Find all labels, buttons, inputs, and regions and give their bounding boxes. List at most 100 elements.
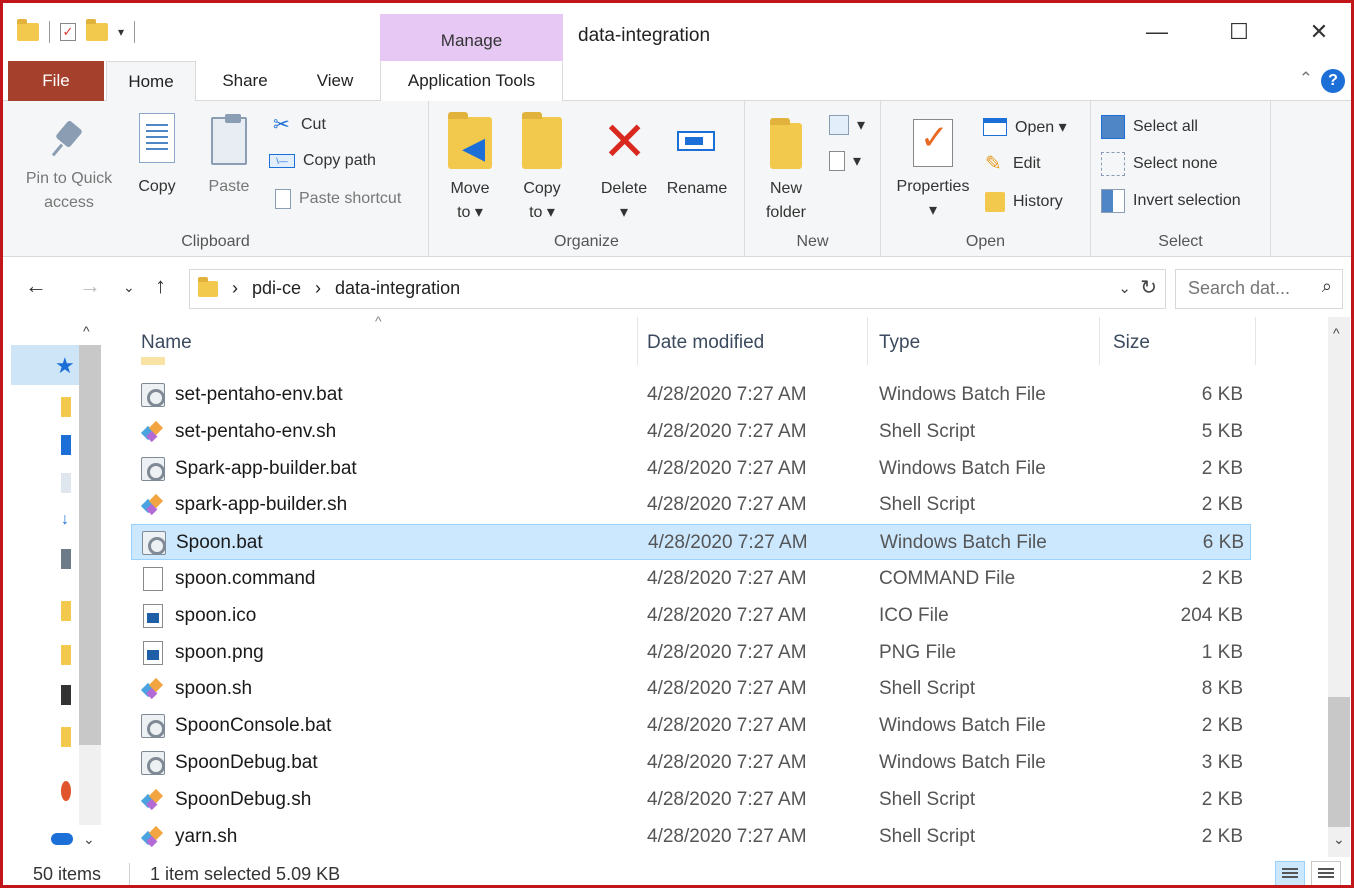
- forward-arrow-icon[interactable]: →: [79, 273, 101, 299]
- onedrive-icon[interactable]: [51, 833, 73, 845]
- quick-access-selected[interactable]: ★: [11, 345, 79, 385]
- table-row[interactable]: set-pentaho-env.bat 4/28/2020 7:27 AM Wind…: [131, 377, 1251, 413]
- table-row[interactable]: spoon.png 4/28/2020 7:27 AM PNG File 1 KB: [131, 635, 1251, 671]
- paste-shortcut-button[interactable]: Paste shortcut: [275, 189, 401, 209]
- up-arrow-icon[interactable]: ↑: [155, 273, 166, 299]
- network-folder-icon[interactable]: [61, 781, 71, 801]
- table-row[interactable]: spoon.command 4/28/2020 7:27 AM COMMAND Fi…: [131, 561, 1251, 597]
- folder-icon[interactable]: [61, 397, 71, 417]
- table-row[interactable]: yarn.sh 4/28/2020 7:27 AM Shell Script 2 KB: [131, 819, 1251, 855]
- breadcrumb-item-data-integration[interactable]: data-integration: [335, 278, 460, 299]
- collapse-ribbon-icon[interactable]: ⌃: [1299, 69, 1313, 89]
- select-group: Select all Select none Invert selection …: [1091, 101, 1271, 257]
- properties-dropdown-icon[interactable]: ▾: [887, 199, 979, 223]
- table-row[interactable]: SpoonConsole.bat 4/28/2020 7:27 AM Windows…: [131, 708, 1251, 744]
- folder-icon[interactable]: [61, 601, 71, 621]
- downloads-icon[interactable]: ↓: [61, 511, 71, 531]
- properties-button[interactable]: Properties ▾: [887, 109, 979, 223]
- properties-icon[interactable]: ✓: [60, 23, 76, 41]
- tab-share[interactable]: Share: [208, 61, 282, 101]
- details-view-button[interactable]: [1275, 861, 1305, 885]
- recent-locations-chevron-down-icon[interactable]: ⌄: [123, 279, 135, 296]
- invert-selection-button[interactable]: Invert selection: [1101, 189, 1241, 213]
- table-row[interactable]: Spark-app-builder.bat 4/28/2020 7:27 AM Wi…: [131, 451, 1251, 487]
- new-item-button[interactable]: ▾: [829, 115, 865, 135]
- new-folder-button[interactable]: New folder: [757, 109, 815, 225]
- table-row[interactable]: SpoonDebug.sh 4/28/2020 7:27 AM Shell Scri…: [131, 782, 1251, 818]
- file-date: 4/28/2020 7:27 AM: [647, 420, 807, 442]
- search-input[interactable]: [1188, 278, 1308, 299]
- breadcrumb-item-pdi-ce[interactable]: pdi-ce: [252, 278, 301, 299]
- file-list-scrollbar[interactable]: ^ ⌄: [1328, 317, 1350, 857]
- edit-button[interactable]: ✎ Edit: [985, 154, 1041, 174]
- desktop-icon[interactable]: [61, 435, 71, 455]
- rename-button[interactable]: Rename: [661, 109, 733, 201]
- file-name: SpoonDebug.bat: [175, 752, 318, 773]
- tab-view[interactable]: View: [296, 61, 374, 101]
- table-row[interactable]: Spoon.bat 4/28/2020 7:27 AM Windows Batch …: [131, 524, 1251, 561]
- help-icon[interactable]: ?: [1321, 69, 1345, 93]
- table-row[interactable]: set-pentaho-env.sh 4/28/2020 7:27 AM Shell…: [131, 414, 1251, 450]
- nav-scroll-up-icon[interactable]: ^: [83, 323, 90, 339]
- select-none-button[interactable]: Select none: [1101, 152, 1218, 176]
- videos-icon[interactable]: [61, 685, 71, 705]
- open-button[interactable]: Open ▾: [983, 117, 1067, 137]
- file-date: 4/28/2020 7:27 AM: [647, 604, 807, 626]
- chevron-right-icon[interactable]: ›: [232, 278, 238, 299]
- search-icon[interactable]: ⌕: [1322, 276, 1332, 297]
- folder-icon[interactable]: [61, 727, 71, 747]
- paste-button[interactable]: Paste: [201, 109, 257, 199]
- search-box[interactable]: ⌕: [1175, 269, 1343, 309]
- file-name: spoon.command: [175, 568, 316, 589]
- address-history-chevron-down-icon[interactable]: ⌄: [1118, 279, 1131, 297]
- tab-file[interactable]: File: [8, 61, 104, 101]
- nav-scroll-down-icon[interactable]: ⌄: [83, 831, 95, 848]
- copy-path-button[interactable]: \— Copy path: [269, 152, 376, 170]
- history-label: History: [1013, 193, 1063, 210]
- move-to-label-2: to ▾: [457, 204, 483, 221]
- table-row[interactable]: spoon.ico 4/28/2020 7:27 AM ICO File 204 KB: [131, 598, 1251, 634]
- file-type: Windows Batch File: [880, 532, 1047, 554]
- list-scroll-up-icon[interactable]: ^: [1333, 325, 1340, 341]
- ribbon-home: Pin to Quick access Copy Paste ✂ Cut \— …: [3, 101, 1351, 257]
- minimize-button[interactable]: —: [1137, 19, 1177, 45]
- delete-button[interactable]: ✕ Delete ▾: [595, 109, 653, 225]
- table-row[interactable]: spark-app-builder.sh 4/28/2020 7:27 AM She…: [131, 487, 1251, 523]
- navigation-pane: ^ ★ ↓ ⌄: [3, 317, 103, 857]
- folder-icon[interactable]: [61, 645, 71, 665]
- chevron-right-icon[interactable]: ›: [315, 278, 321, 299]
- manage-context-tab: Manage: [380, 14, 563, 61]
- list-scroll-down-icon[interactable]: ⌄: [1333, 831, 1345, 848]
- file-size: 2 KB: [1201, 788, 1243, 810]
- tab-application-tools[interactable]: Application Tools: [380, 61, 563, 101]
- move-to-icon: ◀: [448, 112, 492, 169]
- tab-home[interactable]: Home: [106, 61, 196, 102]
- refresh-icon[interactable]: ↻: [1140, 275, 1157, 300]
- delete-dropdown-icon[interactable]: ▾: [595, 201, 653, 225]
- new-folder-icon[interactable]: [86, 19, 108, 41]
- large-icons-view-button[interactable]: [1311, 861, 1341, 885]
- file-size: 3 KB: [1201, 752, 1243, 773]
- easy-access-button[interactable]: ▾: [829, 151, 861, 171]
- nav-scroll-thumb[interactable]: [79, 345, 101, 745]
- history-button[interactable]: History: [985, 192, 1063, 212]
- document-icon[interactable]: [61, 473, 71, 493]
- list-scroll-thumb[interactable]: [1328, 697, 1350, 827]
- table-row[interactable]: spoon.sh 4/28/2020 7:27 AM Shell Script 8 K…: [131, 671, 1251, 707]
- file-name: SpoonConsole.bat: [175, 715, 332, 737]
- maximize-button[interactable]: ☐: [1219, 19, 1259, 45]
- copy-button[interactable]: Copy: [131, 109, 183, 199]
- back-arrow-icon[interactable]: ←: [25, 273, 47, 299]
- pictures-icon[interactable]: [61, 549, 71, 569]
- qat-divider: [49, 21, 50, 43]
- column-divider[interactable]: [1255, 317, 1256, 365]
- cut-button[interactable]: ✂ Cut: [273, 115, 326, 135]
- address-bar[interactable]: › pdi-ce › data-integration ⌄ ↻: [189, 269, 1166, 309]
- copy-to-button[interactable]: Copy to ▾: [513, 109, 571, 225]
- close-button[interactable]: ✕: [1299, 19, 1339, 45]
- customize-qat-dropdown-icon[interactable]: ▾: [118, 25, 124, 39]
- select-all-button[interactable]: Select all: [1101, 115, 1198, 139]
- pin-to-quick-access-button[interactable]: Pin to Quick access: [15, 109, 123, 215]
- move-to-button[interactable]: ◀ Move to ▾: [441, 109, 499, 225]
- table-row[interactable]: SpoonDebug.bat 4/28/2020 7:27 AM Windows B…: [131, 745, 1251, 781]
